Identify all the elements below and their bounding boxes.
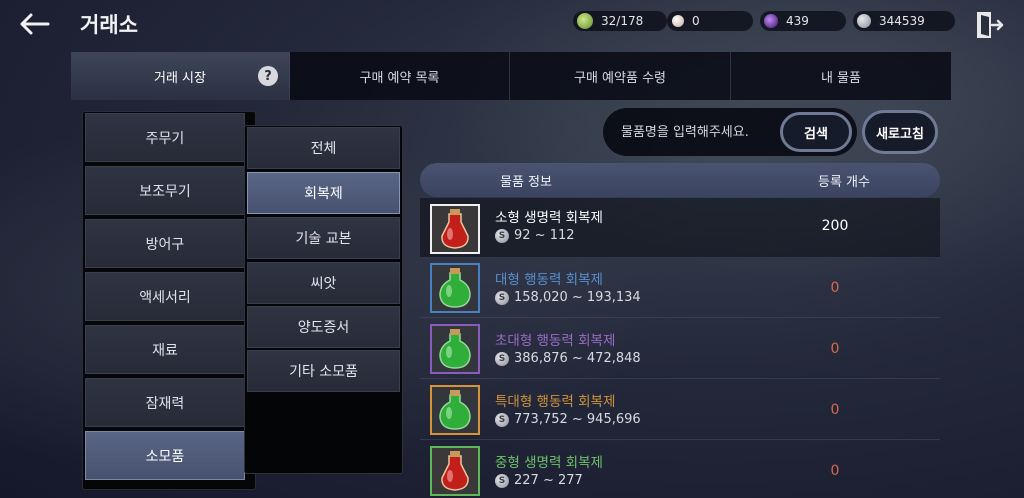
item-price: S 158,020 ~ 193,134 bbox=[495, 290, 641, 305]
silver-coin-icon: S bbox=[495, 473, 509, 488]
category-material[interactable]: 재료 bbox=[85, 325, 245, 374]
item-name: 중형 생명력 회복제 bbox=[495, 455, 603, 471]
tab-market-label: 거래 시장 bbox=[154, 70, 206, 86]
item-thumb bbox=[430, 324, 480, 374]
silver-counter: 344539 bbox=[853, 11, 955, 31]
black-pearl-counter: 439 bbox=[760, 11, 846, 31]
table-row[interactable]: 중형 생명력 회복제 S 227 ~ 277 0 bbox=[420, 441, 940, 498]
search-button[interactable]: 검색 bbox=[780, 112, 852, 152]
table-row[interactable]: 초대형 행동력 회복제 S 386,876 ~ 472,848 0 bbox=[420, 319, 940, 379]
category-list: 주무기 보조무기 방어구 액세서리 재료 잠재력 소모품 bbox=[82, 111, 256, 490]
back-button[interactable] bbox=[14, 6, 54, 42]
subcategory-list: 전체 회복제 기술 교본 씨앗 양도증서 기타 소모품 bbox=[244, 125, 403, 474]
pearl-counter: 0 bbox=[667, 11, 753, 31]
silver-coin-icon bbox=[857, 14, 871, 28]
table-header: 물품 정보 등록 개수 bbox=[420, 163, 940, 197]
column-listing-count: 등록 개수 bbox=[818, 174, 870, 190]
table-row[interactable]: 소형 생명력 회복제 S 92 ~ 112 200 bbox=[420, 198, 940, 258]
silver-coin-icon: S bbox=[495, 290, 509, 305]
item-price-range: 92 ~ 112 bbox=[514, 228, 575, 243]
tab-market[interactable]: 거래 시장 ? bbox=[71, 52, 290, 100]
back-arrow-icon bbox=[20, 13, 50, 35]
exit-button[interactable] bbox=[972, 9, 1004, 41]
search-bar: 검색 bbox=[603, 108, 857, 156]
subcategory-recovery[interactable]: 회복제 bbox=[247, 172, 400, 214]
item-price-range: 158,020 ~ 193,134 bbox=[514, 290, 641, 305]
column-item-info: 물품 정보 bbox=[500, 174, 552, 190]
item-thumb bbox=[430, 204, 480, 254]
subcategory-all[interactable]: 전체 bbox=[247, 127, 400, 169]
tab-reservation-list[interactable]: 구매 예약 목록 bbox=[290, 52, 510, 100]
search-input[interactable] bbox=[621, 122, 781, 142]
silver-coin-icon: S bbox=[495, 228, 509, 243]
page-title: 거래소 bbox=[80, 13, 138, 37]
energy-value: 32/178 bbox=[601, 14, 644, 28]
item-thumb bbox=[430, 385, 480, 435]
category-consumable[interactable]: 소모품 bbox=[85, 431, 245, 480]
tab-reservation-receive-label: 구매 예약품 수령 bbox=[574, 70, 666, 86]
help-icon[interactable]: ? bbox=[258, 66, 278, 86]
item-name: 초대형 행동력 회복제 bbox=[495, 333, 616, 349]
item-count: 0 bbox=[830, 463, 840, 479]
item-thumb bbox=[430, 446, 480, 496]
exit-door-icon bbox=[977, 12, 1004, 38]
item-name: 소형 생명력 회복제 bbox=[495, 210, 603, 226]
tab-my-items[interactable]: 내 물품 bbox=[731, 52, 951, 100]
item-price: S 227 ~ 277 bbox=[495, 473, 583, 488]
category-accessory[interactable]: 액세서리 bbox=[85, 272, 245, 321]
silver-coin-icon: S bbox=[495, 351, 509, 366]
red-potion-icon bbox=[430, 204, 480, 254]
green-potion-icon bbox=[430, 324, 480, 374]
category-sub-weapon[interactable]: 보조무기 bbox=[85, 166, 245, 215]
silver-value: 344539 bbox=[879, 14, 925, 28]
item-count: 200 bbox=[821, 218, 849, 234]
item-price-range: 386,876 ~ 472,848 bbox=[514, 351, 641, 366]
item-count: 0 bbox=[830, 280, 840, 296]
pearl-value: 0 bbox=[692, 14, 700, 28]
silver-coin-icon: S bbox=[495, 412, 509, 427]
category-main-weapon[interactable]: 주무기 bbox=[85, 113, 245, 162]
black-pearl-value: 439 bbox=[786, 14, 809, 28]
subcategory-skill-book[interactable]: 기술 교본 bbox=[247, 217, 400, 259]
green-potion-icon bbox=[430, 385, 480, 435]
pearl-icon bbox=[672, 15, 684, 27]
item-price-range: 773,752 ~ 945,696 bbox=[514, 412, 641, 427]
item-name: 대형 행동력 회복제 bbox=[495, 272, 603, 288]
category-potential[interactable]: 잠재력 bbox=[85, 378, 245, 427]
refresh-button[interactable]: 새로고침 bbox=[862, 110, 938, 154]
tab-reservation-receive[interactable]: 구매 예약품 수령 bbox=[510, 52, 731, 100]
item-list: 소형 생명력 회복제 S 92 ~ 112 200 대형 행동력 회복제 S 158… bbox=[420, 198, 940, 498]
table-row[interactable]: 특대형 행동력 회복제 S 773,752 ~ 945,696 0 bbox=[420, 380, 940, 440]
black-pearl-icon bbox=[764, 14, 778, 28]
energy-icon bbox=[577, 13, 593, 29]
category-armor[interactable]: 방어구 bbox=[85, 219, 245, 268]
green-potion-icon bbox=[430, 263, 480, 313]
item-price-range: 227 ~ 277 bbox=[514, 473, 583, 488]
tab-bar: 거래 시장 ? 구매 예약 목록 구매 예약품 수령 내 물품 bbox=[71, 52, 951, 100]
item-price: S 773,752 ~ 945,696 bbox=[495, 412, 641, 427]
item-count: 0 bbox=[830, 402, 840, 418]
red-potion-icon bbox=[430, 446, 480, 496]
item-count: 0 bbox=[830, 341, 840, 357]
table-row[interactable]: 대형 행동력 회복제 S 158,020 ~ 193,134 0 bbox=[420, 258, 940, 318]
item-thumb bbox=[430, 263, 480, 313]
subcategory-seed[interactable]: 씨앗 bbox=[247, 262, 400, 304]
tab-my-items-label: 내 물품 bbox=[820, 70, 861, 86]
subcategory-other-consumable[interactable]: 기타 소모품 bbox=[247, 350, 400, 392]
item-price: S 92 ~ 112 bbox=[495, 228, 575, 243]
energy-counter: 32/178 bbox=[573, 11, 667, 31]
subcategory-transfer-deed[interactable]: 양도증서 bbox=[247, 306, 400, 348]
item-price: S 386,876 ~ 472,848 bbox=[495, 351, 641, 366]
item-name: 특대형 행동력 회복제 bbox=[495, 394, 616, 410]
tab-reservation-list-label: 구매 예약 목록 bbox=[359, 70, 440, 86]
